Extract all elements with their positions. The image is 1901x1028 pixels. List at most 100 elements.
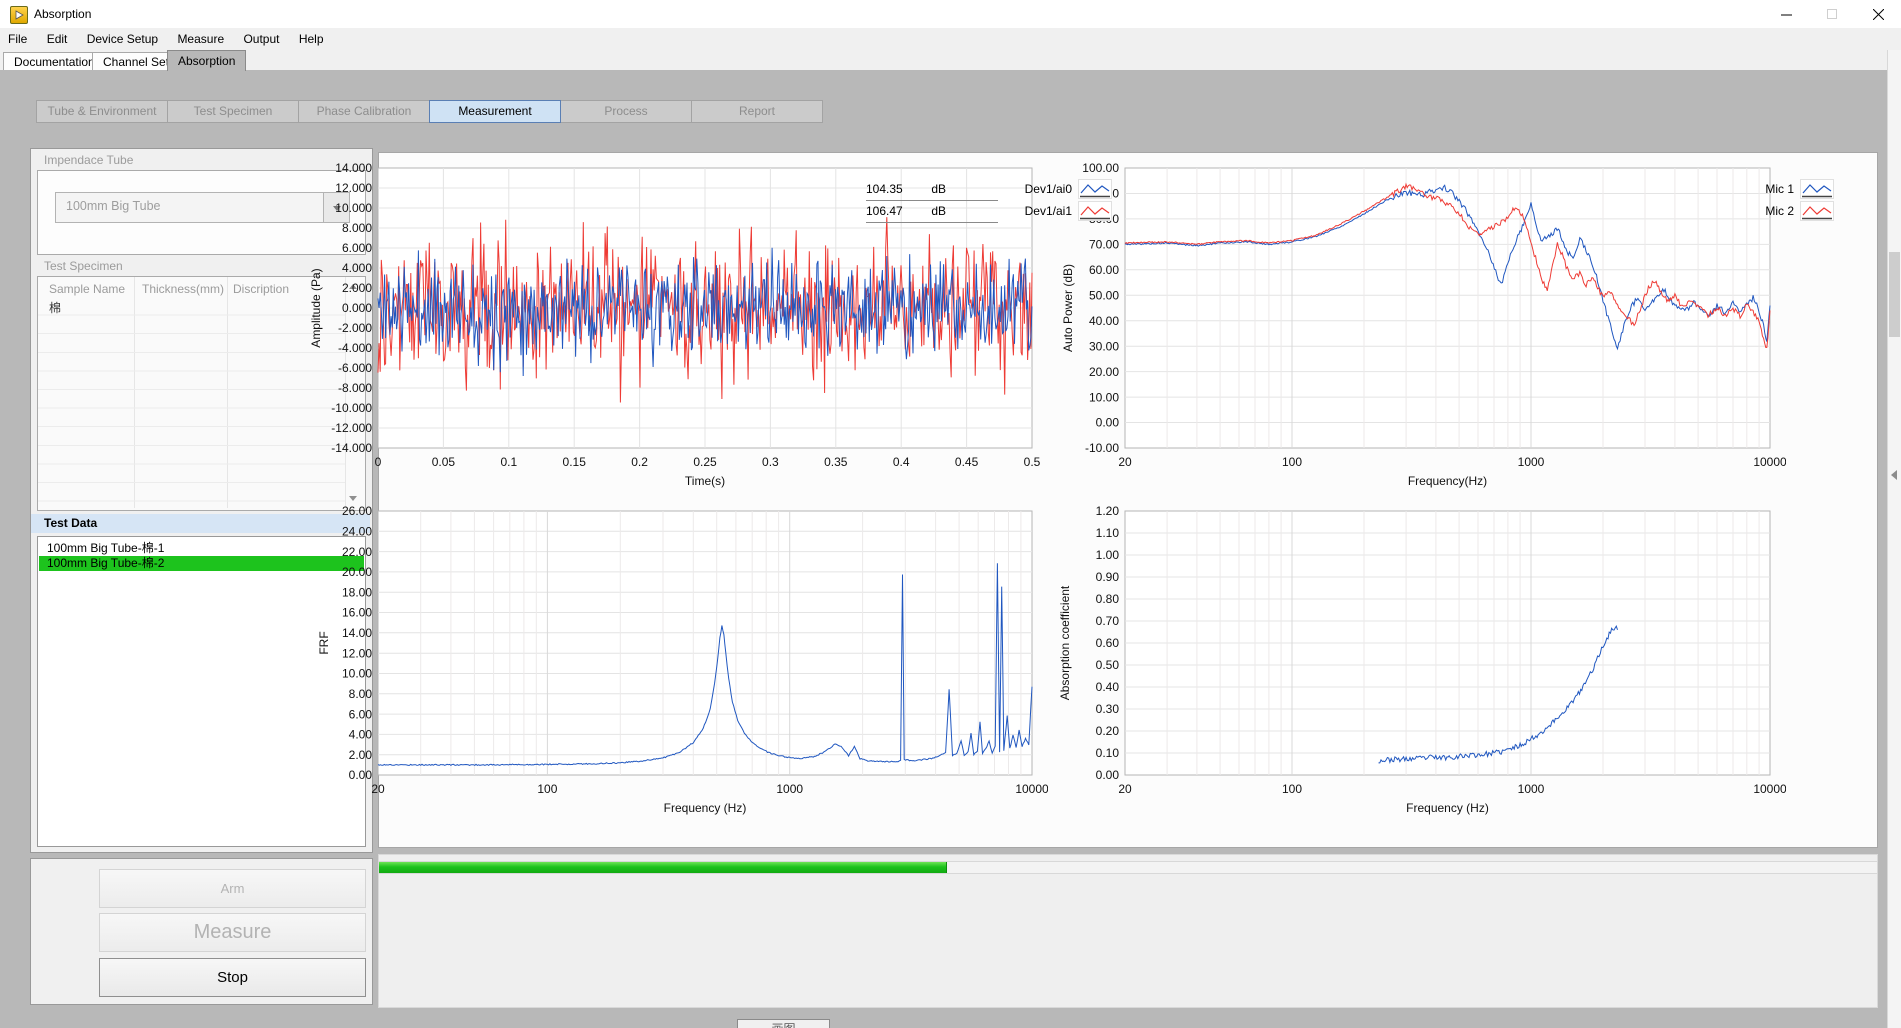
svg-text:0.50: 0.50 — [1096, 658, 1120, 672]
svg-text:12.000: 12.000 — [335, 181, 372, 195]
column-discription: Discription — [233, 282, 289, 296]
tab-test-specimen[interactable]: Test Specimen — [167, 100, 299, 123]
impedance-tube-selected-value: 100mm Big Tube — [66, 193, 161, 220]
tab-measurement[interactable]: Measurement — [429, 100, 561, 123]
svg-text:0.3: 0.3 — [762, 455, 779, 469]
tab-phase-calibration[interactable]: Phase Calibration — [298, 100, 430, 123]
svg-text:-4.000: -4.000 — [338, 341, 372, 355]
line-style-icon — [1800, 201, 1834, 221]
svg-text:10.00: 10.00 — [342, 667, 372, 681]
window-controls — [1763, 0, 1901, 28]
minimize-icon[interactable] — [1763, 0, 1809, 28]
app-window: Absorption File Edit Device Setup Measur… — [0, 0, 1901, 1028]
svg-text:50.00: 50.00 — [1089, 289, 1119, 303]
titlebar: Absorption — [0, 0, 1901, 29]
svg-text:14.00: 14.00 — [342, 626, 372, 640]
vertical-scrollbar[interactable] — [1887, 50, 1901, 1028]
scrollbar-thumb[interactable] — [1889, 252, 1900, 337]
svg-text:100.00: 100.00 — [1082, 161, 1119, 175]
svg-text:0.5: 0.5 — [1024, 455, 1041, 469]
svg-text:6.000: 6.000 — [342, 241, 372, 255]
auto-power-chart[interactable]: -10.000.0010.0020.0030.0040.0050.0060.00… — [1045, 156, 1786, 496]
legend-item-mic2[interactable]: Mic 2 — [1742, 200, 1834, 222]
svg-text:-12.000: -12.000 — [331, 421, 372, 435]
menu-item-file[interactable]: File — [0, 28, 35, 50]
stop-button[interactable]: Stop — [99, 958, 366, 997]
menu-item-device-setup[interactable]: Device Setup — [79, 28, 166, 50]
svg-text:-10.00: -10.00 — [1085, 441, 1119, 455]
draw-tab[interactable]: 画图 — [737, 1019, 830, 1028]
arm-button[interactable]: Arm — [99, 869, 366, 908]
svg-text:2.00: 2.00 — [349, 748, 373, 762]
absorption-step-tabs: Tube & Environment Test Specimen Phase C… — [37, 100, 823, 123]
svg-text:1.00: 1.00 — [1096, 548, 1120, 562]
legend-item-dev1-ai1[interactable]: Dev1/ai1 — [1008, 200, 1112, 222]
tab-report[interactable]: Report — [691, 100, 823, 123]
test-specimen-label: Test Specimen — [44, 259, 123, 273]
menu-item-edit[interactable]: Edit — [39, 28, 76, 50]
svg-text:0.4: 0.4 — [893, 455, 910, 469]
svg-text:8.000: 8.000 — [342, 221, 372, 235]
column-sample-name: Sample Name — [49, 282, 125, 296]
menu-item-output[interactable]: Output — [235, 28, 287, 50]
svg-text:0: 0 — [375, 455, 382, 469]
level-readout-ai1: 106.47 dB — [866, 200, 998, 223]
app-icon — [10, 6, 28, 24]
readout-value: 104.35 — [866, 178, 928, 200]
readout-value: 106.47 — [866, 200, 928, 222]
svg-text:10000: 10000 — [1753, 455, 1786, 469]
tab-tube-environment[interactable]: Tube & Environment — [36, 100, 168, 123]
svg-text:4.00: 4.00 — [349, 728, 373, 742]
frf-chart[interactable]: 0.002.004.006.008.0010.0012.0014.0016.00… — [298, 499, 1048, 823]
svg-text:100: 100 — [1282, 455, 1302, 469]
specimen-row-sample-name[interactable]: 棉 — [49, 299, 61, 316]
close-icon[interactable] — [1855, 0, 1901, 28]
svg-text:20.00: 20.00 — [342, 565, 372, 579]
svg-text:0.00: 0.00 — [1096, 416, 1120, 430]
collapse-left-icon[interactable] — [1891, 470, 1897, 480]
svg-text:0.15: 0.15 — [563, 455, 587, 469]
svg-text:30.00: 30.00 — [1089, 339, 1119, 353]
svg-text:1.20: 1.20 — [1096, 504, 1120, 518]
tab-process[interactable]: Process — [560, 100, 692, 123]
svg-text:14.000: 14.000 — [335, 161, 372, 175]
svg-text:0.00: 0.00 — [349, 768, 373, 782]
menu-item-measure[interactable]: Measure — [169, 28, 232, 50]
tab-absorption[interactable]: Absorption — [167, 50, 246, 71]
measure-button[interactable]: Measure — [99, 913, 366, 952]
svg-text:Auto Power (dB): Auto Power (dB) — [1061, 264, 1075, 352]
svg-text:-10.000: -10.000 — [331, 401, 372, 415]
svg-text:1000: 1000 — [1518, 455, 1545, 469]
legend-item-dev1-ai0[interactable]: Dev1/ai0 — [1008, 178, 1112, 200]
svg-text:-2.000: -2.000 — [338, 321, 372, 335]
svg-text:0.30: 0.30 — [1096, 702, 1120, 716]
legend-label: Mic 1 — [1742, 182, 1794, 196]
legend-label: Mic 2 — [1742, 204, 1794, 218]
tab-documentation[interactable]: Documentation — [3, 52, 106, 71]
svg-text:6.00: 6.00 — [349, 707, 373, 721]
svg-text:FRF: FRF — [317, 631, 331, 654]
svg-text:18.00: 18.00 — [342, 585, 372, 599]
level-readout-ai0: 104.35 dB — [866, 178, 998, 201]
svg-text:Time(s): Time(s) — [685, 474, 725, 488]
absorption-coefficient-chart[interactable]: 0.000.100.200.300.400.500.600.700.800.90… — [1045, 499, 1786, 823]
svg-text:10000: 10000 — [1753, 782, 1786, 796]
svg-text:2.000: 2.000 — [342, 281, 372, 295]
svg-text:0.00: 0.00 — [1096, 768, 1120, 782]
svg-text:0.10: 0.10 — [1096, 746, 1120, 760]
svg-text:40.00: 40.00 — [1089, 314, 1119, 328]
svg-text:20: 20 — [1118, 782, 1132, 796]
svg-text:24.00: 24.00 — [342, 525, 372, 539]
svg-text:Frequency(Hz): Frequency(Hz) — [1408, 474, 1487, 488]
svg-text:20.00: 20.00 — [1089, 365, 1119, 379]
maximize-icon[interactable] — [1809, 0, 1855, 28]
svg-text:Frequency (Hz): Frequency (Hz) — [1406, 801, 1489, 815]
svg-text:12.00: 12.00 — [342, 646, 372, 660]
svg-text:-8.000: -8.000 — [338, 381, 372, 395]
svg-text:100: 100 — [537, 782, 557, 796]
column-thickness: Thickness(mm) — [142, 282, 224, 296]
svg-text:0.20: 0.20 — [1096, 724, 1120, 738]
legend-item-mic1[interactable]: Mic 1 — [1742, 178, 1834, 200]
menu-item-help[interactable]: Help — [291, 28, 332, 50]
svg-text:4.000: 4.000 — [342, 261, 372, 275]
